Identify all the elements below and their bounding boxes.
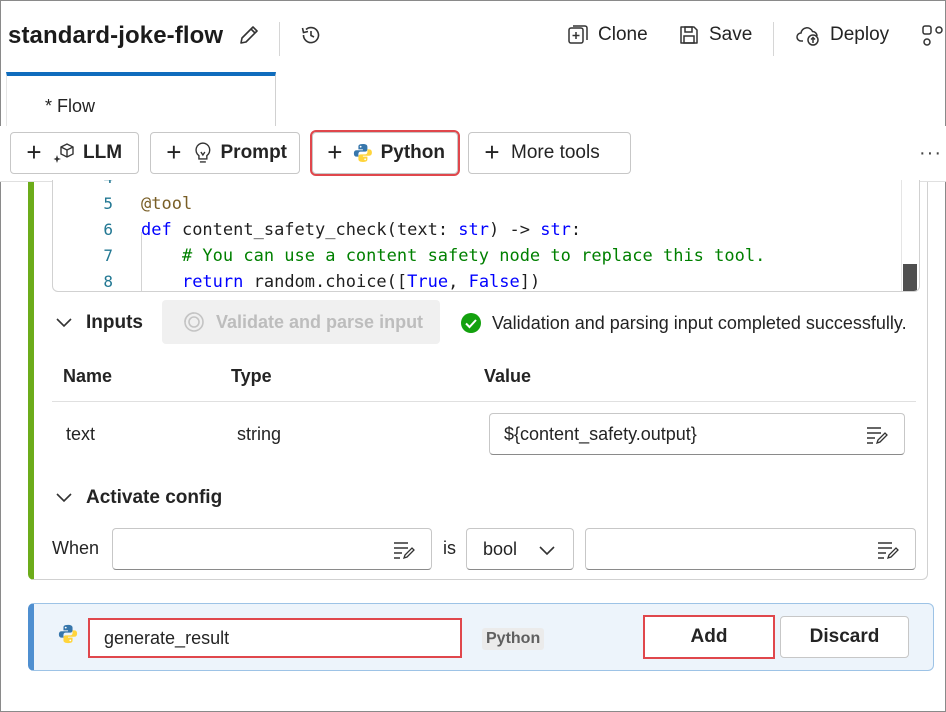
clone-button[interactable]: Clone <box>566 20 648 50</box>
expression-editor-icon[interactable] <box>877 540 899 565</box>
tab-flow-label: * Flow <box>45 96 96 116</box>
activate-config-toggle[interactable]: Activate config <box>54 487 222 509</box>
deploy-button[interactable]: Deploy <box>796 20 889 50</box>
validation-message: Validation and parsing input completed s… <box>492 312 907 333</box>
indent-guide <box>141 232 142 291</box>
plus-icon: + <box>327 137 343 167</box>
chevron-down-icon <box>539 543 555 561</box>
save-label: Save <box>709 24 753 45</box>
plus-icon: + <box>484 137 500 167</box>
activate-config-label: Activate config <box>86 487 223 508</box>
when-input[interactable] <box>112 528 432 570</box>
node-toolbar: + LLM + Prompt + Python + More tools ··· <box>0 126 946 182</box>
inputs-label: Inputs <box>86 312 143 333</box>
code-line-8: return random.choice([True, False]) <box>181 272 541 292</box>
type-select[interactable]: bool <box>466 528 574 570</box>
python-icon <box>58 624 78 649</box>
clone-icon <box>568 25 588 44</box>
scrollbar-thumb[interactable] <box>903 264 917 291</box>
python-label: Python <box>380 142 445 163</box>
flow-title: standard-joke-flow <box>8 22 224 49</box>
column-header-type: Type <box>231 366 272 386</box>
save-button[interactable]: Save <box>677 20 752 50</box>
is-label: is <box>443 538 456 558</box>
tab-bar: * Flow <box>6 72 946 128</box>
add-llm-button[interactable]: + LLM <box>10 132 139 174</box>
validation-status: Validation and parsing input completed s… <box>460 312 907 334</box>
validate-label: Validate and parse input <box>216 311 424 332</box>
compare-value-input[interactable] <box>585 528 916 570</box>
edit-name-icon[interactable] <box>236 22 262 48</box>
validate-icon <box>184 312 204 332</box>
plus-icon: + <box>26 137 42 167</box>
input-type-cell: string <box>237 424 282 444</box>
add-python-button[interactable]: + Python <box>310 130 460 176</box>
llm-label: LLM <box>83 142 123 163</box>
when-label: When <box>52 538 100 558</box>
check-circle-icon <box>461 313 481 333</box>
expression-editor-icon[interactable] <box>866 425 888 450</box>
python-icon <box>353 144 372 162</box>
lightbulb-icon <box>195 142 211 163</box>
graph-icon[interactable] <box>918 22 946 48</box>
flow-header: standard-joke-flow Clone Save Deploy <box>0 0 946 70</box>
prompt-label: Prompt <box>220 142 288 163</box>
code-line: 7 # You can use a content safety node to… <box>103 246 766 266</box>
code-line: 6 def content_safety_check(text: str) ->… <box>103 220 582 240</box>
node-name-input[interactable]: generate_result <box>88 618 462 658</box>
clone-label: Clone <box>598 24 648 45</box>
llm-icon <box>53 143 74 163</box>
table-divider <box>52 401 916 402</box>
code-line: 4 <box>53 180 919 194</box>
code-line-6: def content_safety_check(text: str) -> s… <box>141 220 582 240</box>
more-tools-button[interactable]: + More tools <box>468 132 631 174</box>
node-name-value: generate_result <box>104 628 230 648</box>
type-select-value: bool <box>483 539 518 559</box>
input-name-cell: text <box>66 424 96 444</box>
code-editor[interactable]: 4 5 @tool 6 def content_safety_check(tex… <box>52 180 920 292</box>
history-icon[interactable] <box>298 22 324 48</box>
code-line: 8 return random.choice([True, False]) <box>103 272 541 292</box>
plus-icon: + <box>166 137 182 167</box>
chevron-down-icon <box>54 488 74 508</box>
add-prompt-button[interactable]: + Prompt <box>150 132 300 174</box>
chevron-down-icon <box>54 313 74 333</box>
more-tools-label: More tools <box>511 142 600 163</box>
overflow-menu-icon[interactable]: ··· <box>919 142 942 165</box>
column-header-value: Value <box>484 366 532 386</box>
header-divider <box>279 22 280 56</box>
save-icon <box>680 26 698 44</box>
inputs-section-toggle[interactable]: Inputs <box>54 312 143 334</box>
code-scrollbar[interactable] <box>901 180 919 291</box>
cloud-deploy-icon <box>796 27 819 46</box>
discard-button[interactable]: Discard <box>780 616 909 658</box>
add-button[interactable]: Add <box>643 615 775 659</box>
code-line: 5 @tool <box>103 194 193 214</box>
expression-editor-icon[interactable] <box>393 540 415 565</box>
column-header-name: Name <box>63 366 113 386</box>
input-value-field[interactable]: ${content_safety.output} <box>489 413 905 455</box>
input-value-text: ${content_safety.output} <box>504 424 697 444</box>
header-divider-2 <box>773 22 774 56</box>
validate-parse-button[interactable]: Validate and parse input <box>162 300 440 344</box>
node-type-badge: Python <box>482 628 545 650</box>
deploy-label: Deploy <box>830 24 890 45</box>
tab-flow[interactable]: * Flow <box>6 72 276 128</box>
